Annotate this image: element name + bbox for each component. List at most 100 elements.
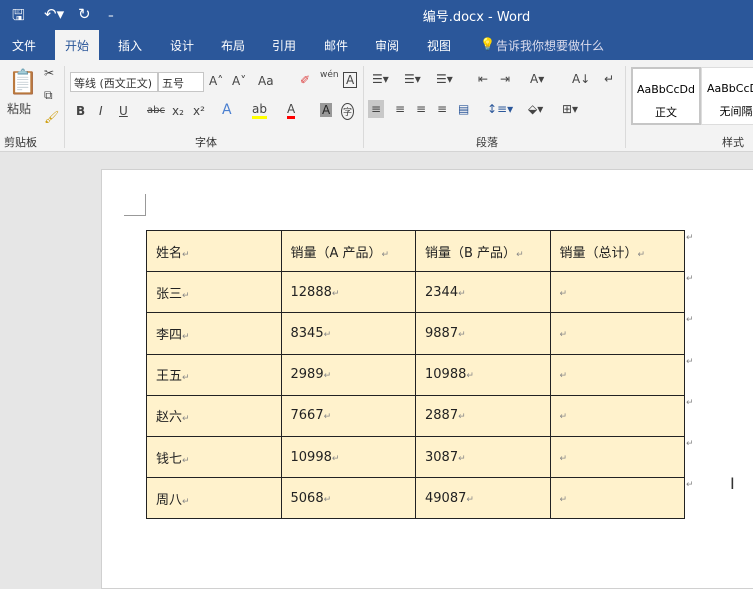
paragraph-mark: ↵ — [323, 494, 332, 505]
table-cell[interactable]: 7667↵ — [280, 394, 416, 437]
table-cell[interactable]: 10998↵ — [280, 435, 416, 479]
tab-view[interactable]: 视图 — [427, 37, 451, 54]
table-cell[interactable]: ↵ — [549, 394, 685, 437]
char-border-button[interactable]: A — [343, 72, 358, 88]
numbering-icon[interactable]: ☰▾ — [404, 72, 421, 86]
table-cell[interactable]: 张三↵ — [146, 271, 282, 314]
table-cell[interactable]: ↵ — [549, 271, 685, 314]
align-left-icon[interactable]: ≡ — [368, 100, 385, 118]
cell-text: 7667 — [290, 408, 324, 424]
sort-icon[interactable]: A↓ — [572, 72, 590, 86]
table-cell[interactable]: 销量（A 产品）↵ — [280, 229, 416, 273]
table-cell[interactable]: 姓名↵ — [146, 229, 282, 273]
paragraph-mark: ↵ — [331, 288, 340, 299]
show-marks-icon[interactable]: ↵ — [604, 72, 614, 86]
table-cell[interactable]: 2887↵ — [415, 394, 551, 437]
enclose-char-button[interactable]: 字 — [341, 103, 355, 120]
table-cell[interactable]: 赵六↵ — [146, 394, 282, 437]
tab-layout[interactable]: 布局 — [221, 37, 245, 54]
phonetic-guide-button[interactable]: wén — [320, 70, 339, 80]
decrease-indent-icon[interactable]: ⇤ — [478, 72, 488, 86]
paragraph-mark: ↵ — [458, 412, 466, 423]
cell-text: 5068 — [290, 490, 324, 506]
multilevel-list-icon[interactable]: ☰▾ — [436, 72, 453, 86]
table-cell[interactable]: 王五↵ — [146, 353, 282, 396]
highlight-icon[interactable]: ab — [252, 102, 267, 119]
asian-layout-icon[interactable]: A▾ — [530, 72, 544, 86]
paragraph-mark: ↵ — [323, 371, 332, 382]
paragraph-mark: ↵ — [381, 249, 390, 260]
table-header-row: 姓名↵ 销量（A 产品）↵ 销量（B 产品）↵ 销量（总计）↵ — [146, 229, 685, 273]
table-cell[interactable]: 周八↵ — [146, 477, 282, 520]
tab-design[interactable]: 设计 — [170, 37, 194, 54]
style-name: 无间隔 — [719, 105, 753, 118]
font-color-icon[interactable]: A — [287, 102, 296, 119]
paste-button[interactable]: 粘贴 — [7, 100, 31, 117]
text-cursor-icon: I — [730, 474, 735, 493]
table-cell[interactable]: 5068↵ — [280, 477, 416, 520]
superscript-button[interactable]: x² — [193, 104, 205, 118]
grow-font-icon[interactable]: A˄ — [209, 74, 223, 88]
paragraph-mark: ↵ — [516, 249, 524, 260]
underline-button[interactable]: U — [119, 104, 128, 118]
paste-icon[interactable]: 📋 — [8, 68, 38, 96]
style-no-spacing[interactable]: AaBbCcDd 无间隔 — [701, 67, 753, 125]
increase-indent-icon[interactable]: ⇥ — [500, 72, 510, 86]
sales-table[interactable]: 姓名↵ 销量（A 产品）↵ 销量（B 产品）↵ 销量（总计）↵ 张三↵ 12888↵ 234… — [146, 229, 685, 520]
bullets-icon[interactable]: ☰▾ — [372, 72, 389, 86]
shading-icon[interactable]: ⬙▾ — [528, 102, 543, 116]
table-cell[interactable]: ↵ — [549, 353, 685, 396]
paragraph-mark: ↵ — [182, 373, 190, 384]
cut-icon[interactable]: ✂ — [44, 66, 54, 80]
table-cell[interactable]: 销量（总计）↵ — [549, 229, 685, 273]
tell-me-input[interactable]: 告诉我你想要做什么 — [496, 37, 604, 54]
subscript-button[interactable]: x₂ — [172, 104, 184, 118]
char-shading-icon[interactable]: A — [320, 103, 333, 117]
clear-format-icon[interactable]: ✐ — [300, 73, 310, 87]
paragraph-mark: ↵ — [466, 494, 474, 505]
borders-icon[interactable]: ⊞▾ — [562, 102, 578, 116]
table-cell[interactable]: ↵ — [549, 477, 685, 520]
cell-text: 李四 — [156, 327, 183, 343]
table-cell[interactable]: ↵ — [549, 312, 685, 355]
table-cell[interactable]: 12888↵ — [280, 271, 416, 314]
italic-button[interactable]: I — [99, 104, 103, 118]
bold-button[interactable]: B — [76, 104, 85, 118]
distributed-icon[interactable]: ▤ — [458, 102, 469, 116]
text-effects-icon[interactable]: A — [222, 102, 232, 118]
strikethrough-button[interactable]: abc — [147, 105, 165, 116]
table-cell[interactable]: 钱七↵ — [146, 435, 282, 479]
shrink-font-icon[interactable]: A˅ — [232, 74, 246, 88]
cell-text: 10988 — [425, 367, 467, 383]
cell-text: 2989 — [290, 367, 324, 383]
format-painter-icon[interactable]: 🖌 — [44, 110, 59, 124]
table-cell[interactable]: 49087↵ — [415, 477, 551, 520]
line-spacing-icon[interactable]: ↕≡▾ — [487, 102, 513, 116]
tab-file[interactable]: 文件 — [12, 37, 36, 54]
tab-mailings[interactable]: 邮件 — [324, 37, 348, 54]
table-cell[interactable]: 2344↵ — [415, 271, 551, 314]
table-cell[interactable]: 3087↵ — [415, 435, 551, 479]
table-cell[interactable]: 9887↵ — [415, 312, 551, 355]
copy-icon[interactable]: ⧉ — [44, 88, 53, 103]
tab-insert[interactable]: 插入 — [118, 37, 142, 54]
paragraph-mark: ↵ — [559, 371, 568, 382]
style-normal[interactable]: AaBbCcDd 正文 — [631, 67, 701, 125]
tab-references[interactable]: 引用 — [272, 37, 296, 54]
align-right-icon[interactable]: ≡ — [416, 102, 426, 116]
row-end-mark: ↵ — [686, 480, 694, 491]
tab-review[interactable]: 审阅 — [375, 37, 399, 54]
align-center-icon[interactable]: ≡ — [395, 102, 405, 116]
table-cell[interactable]: ↵ — [549, 435, 685, 479]
table-cell[interactable]: 8345↵ — [280, 312, 416, 355]
table-cell[interactable]: 2989↵ — [280, 353, 416, 396]
font-name-select[interactable]: 等线 (西文正文) — [70, 72, 158, 92]
tab-home[interactable]: 开始 — [55, 30, 100, 61]
table-cell[interactable]: 10988↵ — [415, 353, 551, 396]
table-cell[interactable]: 销量（B 产品）↵ — [415, 229, 551, 273]
justify-icon[interactable]: ≡ — [437, 102, 447, 116]
table-cell[interactable]: 李四↵ — [146, 312, 282, 355]
change-case-button[interactable]: Aa — [258, 74, 274, 88]
paragraph-mark: ↵ — [182, 331, 190, 342]
font-size-select[interactable]: 五号 — [158, 72, 204, 92]
